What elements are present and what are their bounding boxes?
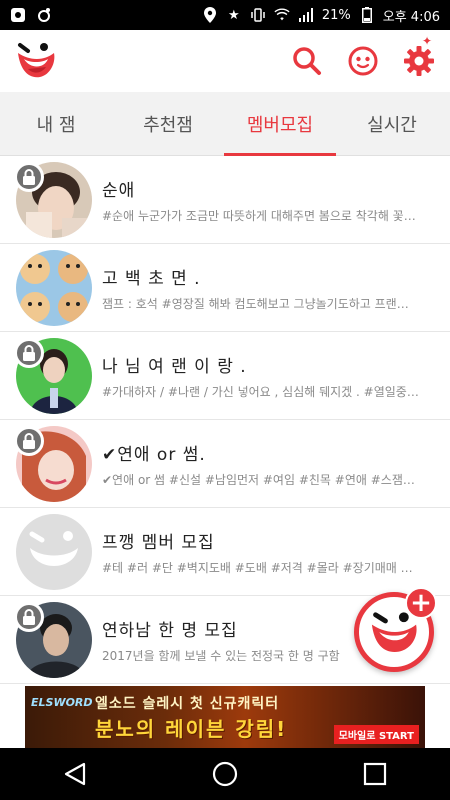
lock-icon <box>14 337 44 368</box>
profile-face-button[interactable] <box>346 44 380 78</box>
room-tags: #테 #러 #단 #벽지도배 #도배 #저격 #몰라 #장기매매 … <box>102 560 413 575</box>
row-text: 프깽 멤버 모집 #테 #러 #단 #벽지도배 #도배 #저격 #몰라 #장기매… <box>102 528 438 576</box>
row-text: ✔연애 or 썸. ✔연애 or 썸 #신설 #남임먼저 #여임 #친목 #연애… <box>102 440 438 488</box>
app-header: ✦ <box>0 30 450 92</box>
location-icon <box>202 7 218 23</box>
room-tags: #가대하자 / #나랜 / 가신 넣어요 , 심심해 뒈지겠 . #열일중… <box>102 384 419 399</box>
banner-cta: 모바일로 START <box>333 725 419 744</box>
tab-my-jam[interactable]: 내 잼 <box>0 92 112 156</box>
system-nav-bar <box>0 748 450 800</box>
list-item[interactable]: 순애 #순애 누군가가 조금만 따뜻하게 대해주면 봄으로 착각해 꽃… <box>0 156 450 244</box>
home-button[interactable] <box>205 754 245 794</box>
home-icon <box>212 761 238 787</box>
lock-icon <box>14 601 44 632</box>
room-title: 나 님 여 랜 이 랑 . <box>102 356 247 377</box>
settings-button[interactable]: ✦ <box>402 34 436 78</box>
room-tags: ✔연애 or 썸 #신설 #남임먼저 #여임 #친목 #연애 #스잼… <box>102 472 415 487</box>
search-button[interactable] <box>290 44 324 78</box>
room-tags: 잼프 : 호석 #영장질 해봐 컴도해보고 그냥놀기도하고 프랜… <box>102 296 409 311</box>
tab-recommended[interactable]: 추천잼 <box>112 92 224 156</box>
default-avatar <box>16 513 92 590</box>
back-button[interactable] <box>55 754 95 794</box>
clock: 오후 4:06 <box>382 9 440 25</box>
signal-icon <box>298 7 314 23</box>
row-text: 순애 #순애 누군가가 조금만 따뜻하게 대해주면 봄으로 착각해 꽃… <box>102 176 438 224</box>
row-text: 고 백 초 면 . 잼프 : 호석 #영장질 해봐 컴도해보고 그냥놀기도하고 … <box>102 264 438 312</box>
back-icon <box>64 762 86 786</box>
lock-icon <box>14 425 44 456</box>
recents-button[interactable] <box>355 754 395 794</box>
create-room-button[interactable]: + <box>354 587 437 672</box>
recents-icon <box>363 762 387 786</box>
plus-icon: + <box>405 587 437 619</box>
avatar-wrap <box>14 337 92 414</box>
app-notification-icon <box>36 7 52 23</box>
avatar-wrap <box>14 161 92 238</box>
face-icon <box>348 46 378 76</box>
room-title: 프깽 멤버 모집 <box>102 532 215 553</box>
tab-realtime[interactable]: 실시간 <box>336 92 448 156</box>
list-item[interactable]: ✔연애 or 썸. ✔연애 or 썸 #신설 #남임먼저 #여임 #친목 #연애… <box>0 420 450 508</box>
banner-game-logo: ELSWORD <box>31 696 93 709</box>
battery-percent: 21% <box>321 7 351 23</box>
search-icon <box>293 47 321 75</box>
tab-member-recruit[interactable]: 멤버모집 <box>224 92 336 156</box>
sparkle-icon: ✦ <box>421 34 432 48</box>
vibrate-icon <box>250 7 266 23</box>
wifi-icon <box>274 7 290 23</box>
room-title: 순애 <box>102 180 136 201</box>
avatar-wrap <box>16 513 92 590</box>
ad-banner[interactable]: ELSWORD 엘소드 슬레시 첫 신규캐릭터 분노의 레이븐 강림! 모바일로… <box>25 686 425 748</box>
list-item[interactable]: 프깽 멤버 모집 #테 #러 #단 #벽지도배 #도배 #저격 #몰라 #장기매… <box>0 508 450 596</box>
row-text: 나 님 여 랜 이 랑 . #가대하자 / #나랜 / 가신 넣어요 , 심심해… <box>102 352 438 400</box>
list-item[interactable]: 고 백 초 면 . 잼프 : 호석 #영장질 해봐 컴도해보고 그냥놀기도하고 … <box>0 244 450 332</box>
avatar <box>16 249 92 326</box>
battery-icon <box>359 7 375 23</box>
lock-icon <box>14 161 44 192</box>
room-title: 고 백 초 면 . <box>102 268 201 289</box>
room-tags: #순애 누군가가 조금만 따뜻하게 대해주면 봄으로 착각해 꽃… <box>102 208 416 223</box>
star-icon: ★ <box>228 7 240 23</box>
avatar-wrap <box>14 601 92 678</box>
notification-icon <box>10 7 26 23</box>
status-bar: ★ 21% 오후 4:06 <box>0 0 450 30</box>
smile-face-logo[interactable] <box>14 39 58 83</box>
gear-icon <box>404 46 434 76</box>
room-title: ✔연애 or 썸. <box>102 444 206 465</box>
tab-bar: 내 잼 추천잼 멤버모집 실시간 <box>0 92 450 156</box>
list-item[interactable]: 나 님 여 랜 이 랑 . #가대하자 / #나랜 / 가신 넣어요 , 심심해… <box>0 332 450 420</box>
avatar-wrap <box>14 425 92 502</box>
avatar-wrap <box>16 249 92 326</box>
banner-headline: 엘소드 슬레시 첫 신규캐릭터 <box>95 695 280 712</box>
